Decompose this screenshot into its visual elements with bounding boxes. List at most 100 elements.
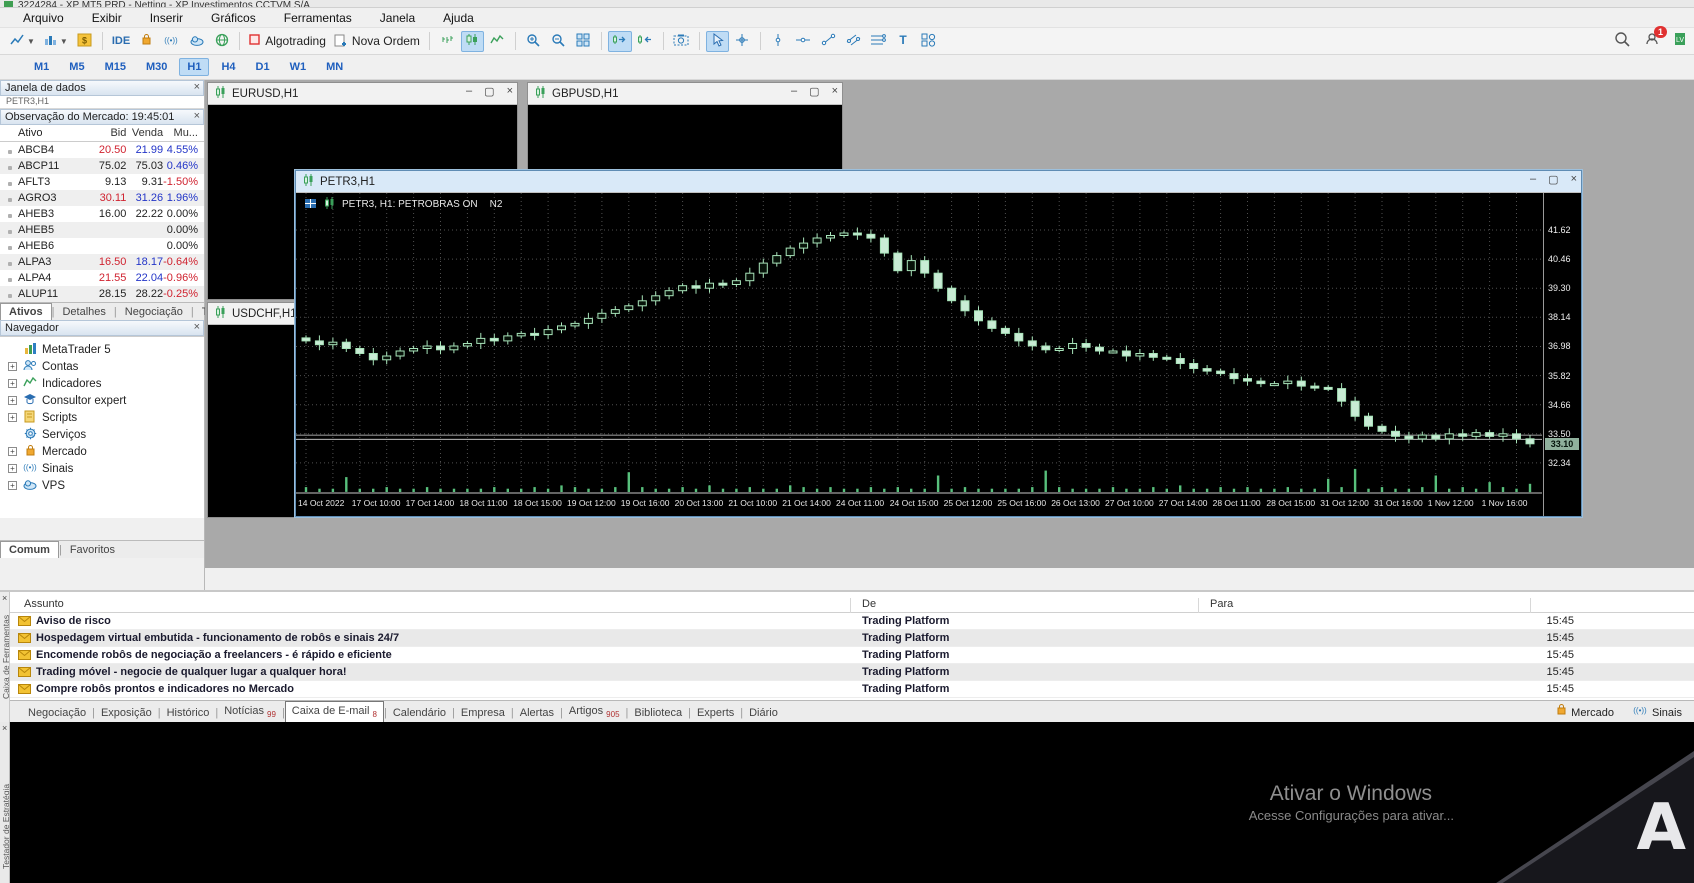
- shapes-button[interactable]: [917, 31, 940, 52]
- screenshot-button[interactable]: [670, 31, 693, 52]
- minimize-icon[interactable]: –: [1530, 173, 1536, 186]
- search-icon[interactable]: [1614, 31, 1630, 52]
- market-watch-row[interactable]: ALPA3 16.50 18.17 -0.64%: [0, 254, 204, 270]
- toolbox-tab-biblioteca[interactable]: Biblioteca: [628, 704, 688, 722]
- expand-icon[interactable]: +: [8, 362, 17, 371]
- navigator-tab-comum[interactable]: Comum: [0, 541, 59, 558]
- timeframe-m15[interactable]: M15: [97, 58, 134, 76]
- menu-item-arquivo[interactable]: Arquivo: [10, 9, 77, 27]
- chart-type-button[interactable]: ▼: [7, 31, 38, 52]
- toolbox-tab-empresa[interactable]: Empresa: [455, 704, 511, 722]
- expand-icon[interactable]: +: [8, 481, 17, 490]
- cursor-button[interactable]: [705, 30, 729, 52]
- toolbox-tab-exposição[interactable]: Exposição: [95, 704, 158, 722]
- chart-shift-button[interactable]: [634, 31, 657, 52]
- market-watch-row[interactable]: ALPA4 21.55 22.04 -0.96%: [0, 270, 204, 286]
- profile-button[interactable]: ▼: [40, 31, 71, 52]
- toolbox-tab-diário[interactable]: Diário: [743, 704, 784, 722]
- close-icon[interactable]: ×: [194, 110, 200, 122]
- mail-column-headers[interactable]: Assunto De Para: [10, 596, 1694, 613]
- toolbox-tab-negociação[interactable]: Negociação: [22, 704, 92, 722]
- expand-icon[interactable]: +: [8, 396, 17, 405]
- signals-button[interactable]: ((•)): [160, 31, 183, 52]
- market-watch-columns[interactable]: Ativo Bid Venda Mu...: [0, 125, 204, 142]
- close-icon[interactable]: ×: [832, 85, 838, 98]
- market-status-button[interactable]: Mercado: [1555, 703, 1614, 719]
- timeframe-w1[interactable]: W1: [282, 58, 315, 76]
- close-icon[interactable]: ×: [507, 85, 513, 98]
- toolbox-tab-alertas[interactable]: Alertas: [514, 704, 560, 722]
- menu-item-exibir[interactable]: Exibir: [79, 9, 135, 27]
- toolbox-tab-caixa-de-e-mail[interactable]: Caixa de E-mail 8: [284, 700, 384, 722]
- navigator-header[interactable]: Navegador ×: [0, 320, 204, 336]
- close-icon[interactable]: ×: [194, 321, 200, 333]
- expand-icon[interactable]: +: [8, 464, 17, 473]
- menu-item-janela[interactable]: Janela: [367, 9, 428, 27]
- close-icon[interactable]: ×: [194, 81, 200, 93]
- market-watch-tab-ativos[interactable]: Ativos: [0, 303, 52, 320]
- new-order-button[interactable]: Nova Ordem: [331, 31, 423, 52]
- notifications-icon[interactable]: 1: [1644, 26, 1667, 52]
- vertical-line-button[interactable]: [767, 31, 790, 52]
- ide-button[interactable]: IDE: [109, 31, 133, 52]
- algotrading-button[interactable]: Algotrading: [246, 31, 329, 52]
- vps-button[interactable]: [185, 31, 208, 52]
- timeframe-d1[interactable]: D1: [248, 58, 278, 76]
- close-icon[interactable]: ×: [1571, 173, 1577, 186]
- mail-row[interactable]: Encomende robôs de negociação a freelanc…: [10, 647, 1694, 664]
- timeframe-h1[interactable]: H1: [179, 58, 210, 76]
- menu-item-ajuda[interactable]: Ajuda: [430, 9, 487, 27]
- crosshair-button[interactable]: [731, 31, 754, 52]
- text-tool-button[interactable]: T: [892, 31, 915, 52]
- expand-icon[interactable]: +: [8, 379, 17, 388]
- market-watch-header[interactable]: Observação do Mercado: 19:45:01 ×: [0, 109, 204, 125]
- navigator-item-consultor-expert[interactable]: + Consultor expert: [0, 392, 204, 409]
- toolbox-tab-notícias[interactable]: Notícias 99: [218, 702, 282, 722]
- auto-scroll-button[interactable]: [607, 30, 632, 52]
- market-watch-row[interactable]: AGRO3 30.11 31.26 1.96%: [0, 190, 204, 206]
- maximize-icon[interactable]: ▢: [809, 85, 819, 98]
- toolbox-tab-histórico[interactable]: Histórico: [161, 704, 216, 722]
- timeframe-mn[interactable]: MN: [318, 58, 351, 76]
- market-watch-row[interactable]: AHEB6 0.00%: [0, 238, 204, 254]
- signals-status-button[interactable]: ((•)) Sinais: [1632, 704, 1682, 719]
- toolbox-tab-artigos[interactable]: Artigos 905: [563, 702, 626, 722]
- navigator-tab-favoritos[interactable]: Favoritos: [62, 542, 123, 558]
- depth-of-market-button[interactable]: $: [73, 31, 96, 52]
- line-chart-button[interactable]: [486, 31, 509, 52]
- market-watch-tab-detalhes[interactable]: Detalhes: [54, 304, 113, 320]
- timeframe-h4[interactable]: H4: [213, 58, 243, 76]
- mail-row[interactable]: Hospedagem virtual embutida - funcioname…: [10, 630, 1694, 647]
- menu-item-inserir[interactable]: Inserir: [137, 9, 196, 27]
- navigator-item-mercado[interactable]: + Mercado: [0, 443, 204, 460]
- mail-row[interactable]: Aviso de risco Trading Platform 15:45: [10, 613, 1694, 630]
- market-button[interactable]: [135, 31, 158, 52]
- navigator-item-contas[interactable]: + Contas: [0, 358, 204, 375]
- petr3-chart[interactable]: PETR3, H1: PETROBRAS ON N2 14 Oct 2022 17…: [296, 193, 1581, 516]
- channel-button[interactable]: [842, 31, 865, 52]
- market-watch-row[interactable]: AHEB5 0.00%: [0, 222, 204, 238]
- strategy-tester-strip[interactable]: × Testador de Estratégia: [0, 722, 10, 883]
- market-watch-row[interactable]: ALUP11 28.15 28.22 -0.25%: [0, 286, 204, 302]
- toolbox-vertical-strip[interactable]: × Caixa de Ferramentas: [0, 592, 10, 722]
- horizontal-line-button[interactable]: [792, 31, 815, 52]
- timeframe-m1[interactable]: M1: [26, 58, 57, 76]
- market-watch-row[interactable]: ABCP11 75.02 75.03 0.46%: [0, 158, 204, 174]
- timeframe-m5[interactable]: M5: [61, 58, 92, 76]
- mail-row[interactable]: Trading móvel - negocie de qualquer luga…: [10, 664, 1694, 681]
- expand-icon[interactable]: +: [8, 413, 17, 422]
- navigator-item-scripts[interactable]: + Scripts: [0, 409, 204, 426]
- minimize-icon[interactable]: –: [466, 85, 472, 98]
- maximize-icon[interactable]: ▢: [484, 85, 494, 98]
- toolbox-tab-calendário[interactable]: Calendário: [387, 704, 452, 722]
- community-button[interactable]: [210, 31, 233, 52]
- market-watch-row[interactable]: AHEB3 16.00 22.22 0.00%: [0, 206, 204, 222]
- data-window-header[interactable]: Janela de dados ×: [0, 80, 204, 96]
- zoom-in-button[interactable]: [522, 31, 545, 52]
- mail-row[interactable]: Compre robôs prontos e indicadores no Me…: [10, 681, 1694, 698]
- navigator-item-metatrader-5[interactable]: MetaTrader 5: [0, 341, 204, 358]
- navigator-item-vps[interactable]: + VPS: [0, 477, 204, 494]
- navigator-item-serviços[interactable]: Serviços: [0, 426, 204, 443]
- minimize-icon[interactable]: –: [791, 85, 797, 98]
- menu-item-ferramentas[interactable]: Ferramentas: [271, 9, 365, 27]
